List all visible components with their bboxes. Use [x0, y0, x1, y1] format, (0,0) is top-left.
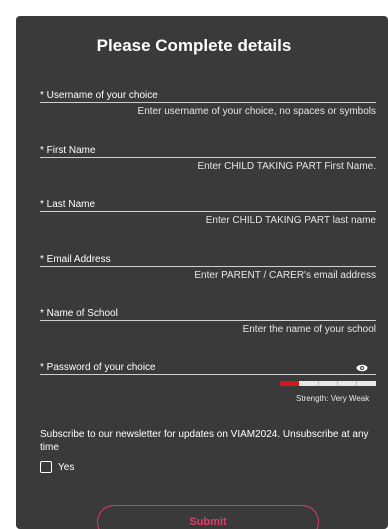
password-label: * Password of your choice	[40, 362, 376, 375]
email-hint: Enter PARENT / CARER's email address	[194, 270, 376, 281]
username-hint: Enter username of your choice, no spaces…	[137, 106, 376, 117]
school-hint: Enter the name of your school	[242, 324, 376, 335]
email-label: * Email Address	[40, 254, 376, 267]
first-name-hint: Enter CHILD TAKING PART First Name.	[197, 161, 376, 172]
first-name-label: * First Name	[40, 145, 376, 158]
username-field[interactable]: * Username of your choice Enter username…	[40, 90, 376, 118]
eye-icon[interactable]	[356, 361, 368, 373]
username-label: * Username of your choice	[40, 90, 376, 103]
newsletter-checkbox-label: Yes	[58, 461, 75, 473]
strength-segment-divider	[318, 381, 319, 386]
newsletter-checkbox[interactable]	[40, 461, 52, 473]
last-name-label: * Last Name	[40, 199, 376, 212]
newsletter-checkbox-row[interactable]: Yes	[40, 461, 74, 473]
password-field[interactable]: * Password of your choice	[40, 362, 376, 375]
password-strength-meter	[280, 381, 376, 386]
school-field[interactable]: * Name of School Enter the name of your …	[40, 308, 376, 336]
password-strength-fill	[280, 381, 300, 386]
password-strength-label: Strength: Very Weak	[296, 394, 370, 403]
strength-segment-divider	[337, 381, 338, 386]
newsletter-text: Subscribe to our newsletter for updates …	[40, 429, 369, 453]
last-name-field[interactable]: * Last Name Enter CHILD TAKING PART last…	[40, 199, 376, 227]
email-field[interactable]: * Email Address Enter PARENT / CARER's e…	[40, 254, 376, 282]
last-name-hint: Enter CHILD TAKING PART last name	[205, 215, 376, 226]
school-label: * Name of School	[40, 308, 376, 321]
strength-segment-divider	[356, 381, 357, 386]
first-name-field[interactable]: * First Name Enter CHILD TAKING PART Fir…	[40, 145, 376, 173]
form-title: Please Complete details	[96, 36, 292, 55]
